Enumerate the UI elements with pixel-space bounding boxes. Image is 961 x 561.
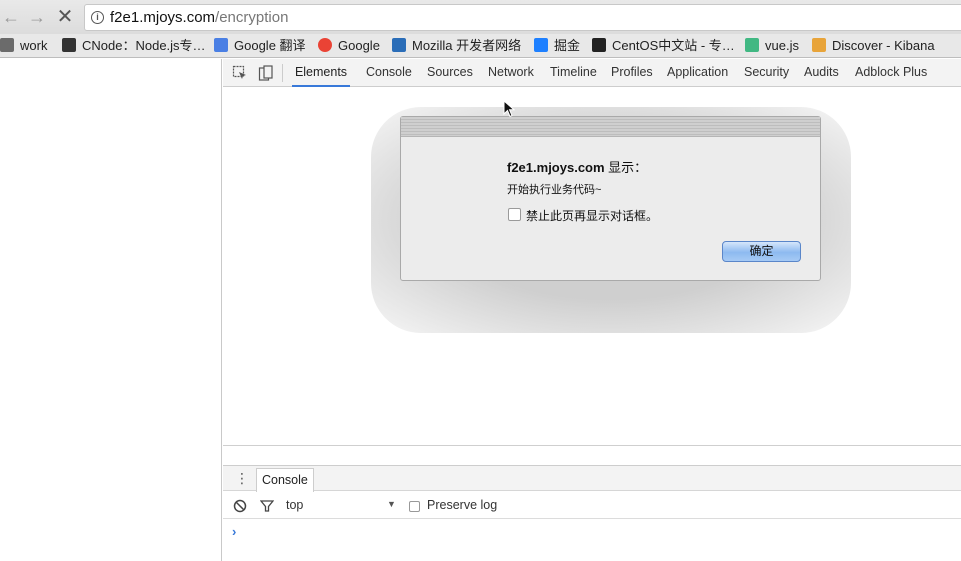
clear-console-icon[interactable]	[233, 499, 247, 513]
filter-icon[interactable]	[260, 499, 274, 513]
tab-sources[interactable]: Sources	[427, 59, 473, 87]
devtools-tab-bar: Elements Console Sources Network Timeline Pro…	[223, 59, 961, 87]
context-select[interactable]: top	[286, 498, 303, 512]
bookmark-label: Discover - Kibana	[832, 38, 935, 53]
url-text: f2e1.mjoys.com/encryption	[110, 9, 289, 26]
ok-button[interactable]: 确定	[722, 241, 801, 262]
tab-adblock-plus[interactable]: Adblock Plus	[855, 59, 927, 87]
mouse-cursor-icon	[503, 100, 515, 118]
chevron-down-icon[interactable]: ▼	[387, 499, 396, 509]
dialog-titlebar	[401, 117, 820, 137]
tab-application[interactable]: Application	[667, 59, 728, 87]
info-icon[interactable]: i	[91, 11, 104, 24]
kibana-icon	[812, 38, 826, 52]
toolbar-separator	[282, 64, 283, 82]
tab-audits[interactable]: Audits	[804, 59, 839, 87]
drawer-menu-icon[interactable]: ⋮	[235, 470, 249, 486]
bookmark-item[interactable]: Mozilla 开发者网络	[392, 37, 521, 55]
bookmark-label: Google	[338, 38, 380, 53]
tab-console[interactable]: Console	[366, 59, 412, 87]
tab-elements[interactable]: Elements	[292, 59, 350, 87]
bookmark-item[interactable]: vue.js	[745, 37, 799, 55]
juejin-icon	[534, 38, 548, 52]
tab-profiles[interactable]: Profiles	[611, 59, 653, 87]
drawer-tab-bar: ⋮ Console	[223, 465, 961, 492]
drawer-tab-console[interactable]: Console	[256, 468, 314, 492]
tab-network[interactable]: Network	[488, 59, 534, 87]
console-prompt[interactable]: ›	[232, 524, 236, 539]
vue-icon	[745, 38, 759, 52]
bookmark-label: CNode：Node.js专…	[82, 38, 206, 53]
inspect-element-icon[interactable]	[232, 65, 248, 81]
back-arrow-icon[interactable]: ←	[0, 6, 22, 28]
cnode-icon	[62, 38, 76, 52]
bookmark-item[interactable]: CNode：Node.js专…	[62, 37, 206, 55]
preserve-log-label[interactable]: Preserve log	[427, 498, 497, 512]
tab-timeline[interactable]: Timeline	[550, 59, 597, 87]
devtools-panel: Elements Console Sources Network Timeline Pro…	[223, 59, 961, 561]
dialog-message: 开始执行业务代码~	[507, 184, 602, 196]
drawer-divider[interactable]	[223, 445, 961, 446]
folder-icon	[0, 38, 14, 52]
suppress-dialogs-checkbox[interactable]	[508, 208, 521, 221]
bookmark-label: work	[20, 38, 48, 53]
bookmark-item[interactable]: Google	[318, 37, 380, 55]
bookmark-label: 掘金	[554, 38, 581, 53]
bookmark-label: vue.js	[765, 38, 799, 53]
address-bar-row: ← → ✕ i f2e1.mjoys.com/encryption	[0, 0, 961, 34]
alert-dialog: f2e1.mjoys.com 显示： 开始执行业务代码~ 禁止此页再显示对话框。…	[400, 116, 821, 281]
google-translate-icon	[214, 38, 228, 52]
bookmark-item[interactable]: 掘金	[534, 37, 580, 55]
google-icon	[318, 38, 332, 52]
web-page-area[interactable]	[0, 59, 222, 561]
bookmark-item[interactable]: CentOS中文站 - 专…	[592, 37, 735, 55]
tab-security[interactable]: Security	[744, 59, 789, 87]
terminal-icon	[592, 38, 606, 52]
mozilla-icon	[392, 38, 406, 52]
bookmarks-bar: work CNode：Node.js专… Google 翻译 Google Mozill…	[0, 34, 961, 58]
bookmark-label: Google 翻译	[234, 38, 306, 53]
suppress-dialogs-label[interactable]: 禁止此页再显示对话框。	[526, 207, 658, 224]
dialog-title: f2e1.mjoys.com 显示：	[507, 160, 648, 175]
preserve-log-checkbox[interactable]	[409, 501, 420, 512]
bookmark-label: CentOS中文站 - 专…	[612, 38, 735, 53]
stop-loading-icon[interactable]: ✕	[54, 6, 76, 28]
bookmark-item[interactable]: Google 翻译	[214, 37, 306, 55]
bookmark-item[interactable]: Discover - Kibana	[812, 37, 935, 55]
console-toolbar: top ▼ Preserve log	[223, 492, 961, 519]
bookmark-item[interactable]: work	[0, 37, 47, 55]
url-field[interactable]: i f2e1.mjoys.com/encryption	[84, 4, 961, 31]
bookmark-label: Mozilla 开发者网络	[412, 38, 522, 53]
device-toolbar-icon[interactable]	[258, 65, 274, 81]
forward-arrow-icon[interactable]: →	[26, 6, 48, 28]
